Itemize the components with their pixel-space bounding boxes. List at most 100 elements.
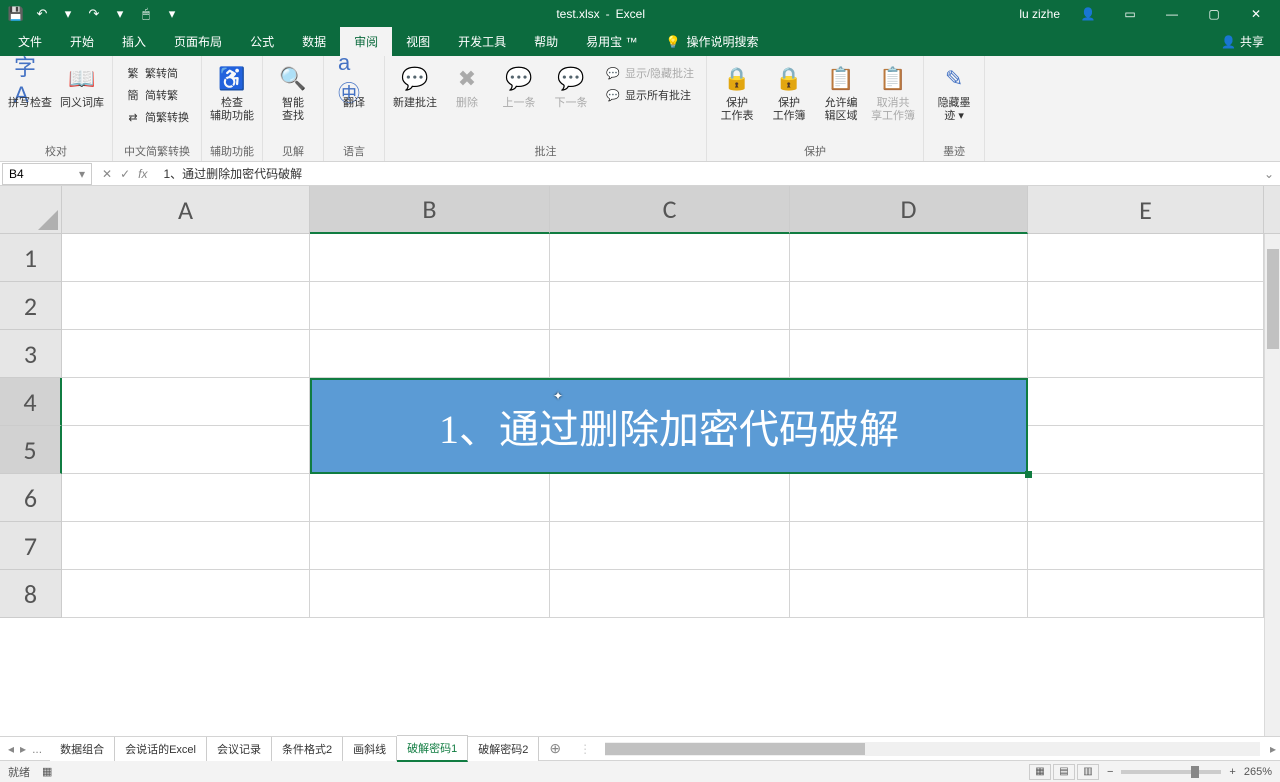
tab-data[interactable]: 数据 bbox=[288, 27, 340, 56]
row-header-8[interactable]: 8 bbox=[0, 570, 62, 618]
vertical-scrollbar[interactable] bbox=[1264, 234, 1280, 736]
protect-sheet-button[interactable]: 🔒 保护工作表 bbox=[713, 59, 761, 127]
normal-view-button[interactable]: ▦ bbox=[1029, 764, 1051, 780]
tab-home[interactable]: 开始 bbox=[56, 27, 108, 56]
horizontal-scrollbar[interactable] bbox=[605, 742, 1260, 756]
row-header-3[interactable]: 3 bbox=[0, 330, 62, 378]
fx-icon[interactable]: fx bbox=[138, 167, 147, 181]
sheet-tab-4[interactable]: 画斜线 bbox=[343, 737, 397, 761]
tab-easyuse[interactable]: 易用宝 ™ bbox=[572, 27, 651, 56]
col-header-D[interactable]: D bbox=[790, 186, 1028, 234]
mouse-mode-button[interactable]: 🖱 bbox=[134, 2, 158, 26]
protect-workbook-icon: 🔒 bbox=[773, 63, 805, 95]
translate-button[interactable]: a㊥ 翻译 bbox=[330, 59, 378, 114]
zoom-in-button[interactable]: + bbox=[1229, 766, 1235, 778]
minimize-button[interactable]: — bbox=[1152, 0, 1192, 28]
hide-ink-button[interactable]: ✎ 隐藏墨迹 ▾ bbox=[930, 59, 978, 127]
chevron-down-icon: ▾ bbox=[79, 167, 85, 181]
allow-edit-icon: 📋 bbox=[825, 63, 857, 95]
search-icon: 🔍 bbox=[277, 63, 309, 95]
cancel-icon[interactable]: ✕ bbox=[102, 167, 112, 181]
redo-button[interactable]: ↷ bbox=[82, 2, 106, 26]
smart-lookup-button[interactable]: 🔍 智能查找 bbox=[269, 59, 317, 127]
qat-customize[interactable]: ▾ bbox=[160, 2, 184, 26]
formula-expand[interactable]: ⌄ bbox=[1258, 167, 1280, 181]
ribbon-display-button[interactable]: ▭ bbox=[1110, 0, 1150, 28]
tab-insert[interactable]: 插入 bbox=[108, 27, 160, 56]
row-header-7[interactable]: 7 bbox=[0, 522, 62, 570]
to-simplified-button[interactable]: 繁繁转简 bbox=[121, 63, 193, 83]
accessibility-check-button[interactable]: ♿ 检查辅助功能 bbox=[208, 59, 256, 127]
close-button[interactable]: ✕ bbox=[1236, 0, 1276, 28]
delete-comment-icon: ✖ bbox=[451, 63, 483, 95]
user-avatar[interactable]: 👤 bbox=[1068, 0, 1108, 28]
name-box[interactable]: B4 ▾ bbox=[2, 163, 92, 185]
tab-help[interactable]: 帮助 bbox=[520, 27, 572, 56]
group-proofing: 字A 拼写检查 📖 同义词库 校对 bbox=[0, 56, 113, 161]
sheet-tab-0[interactable]: 数据组合 bbox=[50, 737, 115, 761]
zoom-level[interactable]: 265% bbox=[1244, 766, 1272, 778]
col-header-B[interactable]: B bbox=[310, 186, 550, 234]
redo-dropdown[interactable]: ▾ bbox=[108, 2, 132, 26]
row-header-4[interactable]: 4 bbox=[0, 378, 62, 426]
showall-comments-button[interactable]: 💬显示所有批注 bbox=[601, 85, 698, 105]
delete-comment-button: ✖ 删除 bbox=[443, 59, 491, 114]
next-comment-button: 💬 下一条 bbox=[547, 59, 595, 114]
grid-area[interactable]: 1 2 3 4 5 6 7 8 1、通过删除加密代码破解 bbox=[0, 234, 1280, 736]
sheet-tab-2[interactable]: 会议记录 bbox=[207, 737, 272, 761]
tab-view[interactable]: 视图 bbox=[392, 27, 444, 56]
convert-button[interactable]: ⇄简繁转换 bbox=[121, 107, 193, 127]
tab-pagelayout[interactable]: 页面布局 bbox=[160, 27, 236, 56]
col-header-E[interactable]: E bbox=[1028, 186, 1264, 234]
thesaurus-button[interactable]: 📖 同义词库 bbox=[58, 59, 106, 114]
accessibility-icon: ♿ bbox=[216, 63, 248, 95]
spellcheck-button[interactable]: 字A 拼写检查 bbox=[6, 59, 54, 114]
convert-icon: ⇄ bbox=[125, 111, 141, 124]
tab-formulas[interactable]: 公式 bbox=[236, 27, 288, 56]
undo-button[interactable]: ↶ bbox=[30, 2, 54, 26]
cell-B4-merged[interactable]: 1、通过删除加密代码破解 bbox=[310, 378, 1028, 474]
group-accessibility: ♿ 检查辅助功能 辅助功能 bbox=[202, 56, 263, 161]
tab-developer[interactable]: 开发工具 bbox=[444, 27, 520, 56]
zoom-slider[interactable] bbox=[1121, 770, 1221, 774]
select-all-corner[interactable] bbox=[0, 186, 62, 234]
page-layout-view-button[interactable]: ▤ bbox=[1053, 764, 1075, 780]
hscroll-right[interactable]: ▸ bbox=[1266, 742, 1280, 756]
row-header-2[interactable]: 2 bbox=[0, 282, 62, 330]
save-button[interactable]: 💾 bbox=[4, 2, 28, 26]
new-sheet-button[interactable]: ⊕ bbox=[539, 740, 571, 757]
zoom-out-button[interactable]: − bbox=[1107, 766, 1113, 778]
protect-workbook-button[interactable]: 🔒 保护工作簿 bbox=[765, 59, 813, 127]
sheet-tab-6[interactable]: 破解密码2 bbox=[468, 737, 539, 761]
sheet-tab-1[interactable]: 会说话的Excel bbox=[115, 737, 207, 761]
sheet-tab-5[interactable]: 破解密码1 bbox=[397, 735, 468, 762]
app-name: Excel bbox=[616, 7, 645, 21]
sheet-nav-prev[interactable]: ▸ bbox=[20, 742, 26, 756]
sheet-ellipsis[interactable]: ... bbox=[32, 742, 42, 756]
enter-icon[interactable]: ✓ bbox=[120, 167, 130, 181]
grid-rows: 1 2 3 4 5 6 7 8 bbox=[0, 234, 1280, 736]
col-header-C[interactable]: C bbox=[550, 186, 790, 234]
sheet-nav-first[interactable]: ◂ bbox=[8, 742, 14, 756]
col-header-A[interactable]: A bbox=[62, 186, 310, 234]
formula-input[interactable]: 1、通过删除加密代码破解 bbox=[157, 165, 1257, 182]
title-text: test.xlsx - Excel bbox=[188, 7, 1013, 21]
undo-dropdown[interactable]: ▾ bbox=[56, 2, 80, 26]
to-simplified-icon: 繁 bbox=[125, 65, 141, 81]
row-header-5[interactable]: 5 bbox=[0, 426, 62, 474]
share-button[interactable]: 共享 bbox=[1240, 33, 1264, 50]
sheet-tab-3[interactable]: 条件格式2 bbox=[272, 737, 343, 761]
new-comment-button[interactable]: 💬 新建批注 bbox=[391, 59, 439, 114]
to-traditional-button[interactable]: 簡简转繁 bbox=[121, 85, 193, 105]
column-headers: A B C D E bbox=[0, 186, 1280, 234]
macro-icon[interactable]: ▦ bbox=[42, 765, 52, 778]
allow-edit-button[interactable]: 📋 允许编辑区域 bbox=[817, 59, 865, 127]
prev-comment-icon: 💬 bbox=[503, 63, 535, 95]
row-header-1[interactable]: 1 bbox=[0, 234, 62, 282]
row-header-6[interactable]: 6 bbox=[0, 474, 62, 522]
maximize-button[interactable]: ▢ bbox=[1194, 0, 1234, 28]
filename: test.xlsx bbox=[556, 7, 599, 21]
fill-handle[interactable] bbox=[1025, 471, 1032, 478]
pagebreak-view-button[interactable]: ▥ bbox=[1077, 764, 1099, 780]
tellme[interactable]: 💡 操作说明搜索 bbox=[652, 27, 773, 56]
